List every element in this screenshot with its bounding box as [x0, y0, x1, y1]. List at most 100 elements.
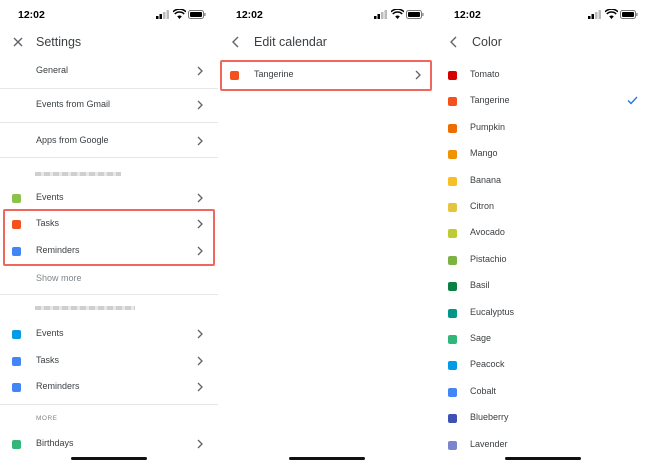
color-swatch — [448, 441, 457, 450]
settings-item-apps-from-google[interactable]: Apps from Google — [0, 128, 218, 154]
color-option-label: Peacock — [470, 359, 505, 369]
color-swatch — [448, 335, 457, 344]
account2-item-reminders[interactable]: Reminders — [0, 374, 218, 400]
cellular-signal-icon — [374, 10, 387, 19]
color-option-label: Sage — [470, 333, 492, 343]
settings-item-label: Birthdays — [36, 438, 74, 448]
color-option-basil[interactable]: Basil — [436, 273, 650, 299]
status-bar: 12:02 — [0, 0, 218, 28]
battery-icon — [620, 10, 638, 19]
color-swatch — [448, 414, 457, 423]
divider — [0, 122, 218, 123]
calendar-color-swatch — [12, 330, 21, 339]
settings-item-events-from-gmail[interactable]: Events from Gmail — [0, 92, 218, 118]
divider — [0, 88, 218, 89]
color-swatch — [448, 203, 457, 212]
account-email-redacted — [35, 172, 121, 176]
color-swatch — [448, 309, 457, 318]
color-option-banana[interactable]: Banana — [436, 168, 650, 194]
calendar-color-swatch — [12, 357, 21, 366]
more-item-birthdays[interactable]: Birthdays — [0, 431, 218, 457]
chevron-right-icon — [197, 439, 203, 449]
color-option-label: Eucalyptus — [470, 307, 515, 317]
chevron-right-icon — [197, 66, 203, 76]
highlight-box — [3, 209, 215, 266]
wifi-icon — [173, 9, 186, 19]
settings-item-label: Reminders — [36, 381, 80, 391]
calendar-color-swatch — [12, 440, 21, 449]
home-indicator[interactable] — [289, 457, 365, 460]
color-swatch — [448, 177, 457, 186]
close-icon[interactable] — [11, 35, 25, 49]
chevron-right-icon — [197, 136, 203, 146]
color-swatch — [448, 388, 457, 397]
color-option-eucalyptus[interactable]: Eucalyptus — [436, 300, 650, 326]
color-option-tangerine[interactable]: Tangerine — [436, 88, 650, 114]
page-title: Settings — [36, 35, 82, 49]
back-arrow-icon[interactable] — [447, 35, 461, 49]
color-option-citron[interactable]: Citron — [436, 194, 650, 220]
color-swatch — [448, 282, 457, 291]
calendar-color-swatch — [12, 194, 21, 203]
settings-app-bar: Settings — [0, 28, 218, 56]
color-option-avocado[interactable]: Avocado — [436, 220, 650, 246]
chevron-right-icon — [197, 356, 203, 366]
settings-item-label: Events from Gmail — [36, 99, 111, 109]
battery-icon — [406, 10, 424, 19]
color-option-label: Pumpkin — [470, 122, 506, 132]
settings-screen: 12:02 Settings General Events from Gmail… — [0, 0, 218, 466]
color-option-lavender[interactable]: Lavender — [436, 432, 650, 458]
divider — [0, 294, 218, 295]
color-option-pumpkin[interactable]: Pumpkin — [436, 115, 650, 141]
account2-item-tasks[interactable]: Tasks — [0, 348, 218, 374]
color-option-label: Blueberry — [470, 412, 509, 422]
color-swatch — [448, 150, 457, 159]
color-picker-screen: 12:02 Color Tomato Tangerine Pumpkin Man… — [436, 0, 650, 466]
settings-item-label: Events — [36, 328, 64, 338]
color-option-label: Tangerine — [470, 95, 510, 105]
home-indicator[interactable] — [505, 457, 581, 460]
divider — [0, 157, 218, 158]
color-option-label: Pistachio — [470, 254, 507, 264]
settings-item-general[interactable]: General — [0, 58, 218, 84]
color-option-tomato[interactable]: Tomato — [436, 62, 650, 88]
color-option-pistachio[interactable]: Pistachio — [436, 247, 650, 273]
color-option-cobalt[interactable]: Cobalt — [436, 379, 650, 405]
settings-item-label: Tasks — [36, 355, 60, 365]
color-swatch — [448, 124, 457, 133]
color-swatch — [448, 97, 457, 106]
calendar-color-swatch — [12, 383, 21, 392]
color-app-bar: Color — [436, 28, 650, 56]
home-indicator[interactable] — [71, 457, 147, 460]
color-swatch — [448, 229, 457, 238]
color-option-label: Lavender — [470, 439, 508, 449]
color-option-label: Mango — [470, 148, 498, 158]
color-option-sage[interactable]: Sage — [436, 326, 650, 352]
account2-item-events[interactable]: Events — [0, 321, 218, 347]
account1-item-events[interactable]: Events — [0, 185, 218, 211]
settings-item-label: Apps from Google — [36, 135, 109, 145]
color-option-peacock[interactable]: Peacock — [436, 352, 650, 378]
edit-calendar-app-bar: Edit calendar — [218, 28, 436, 56]
color-swatch — [448, 71, 457, 80]
section-header-more: MORE — [36, 415, 58, 422]
page-title: Color — [472, 35, 502, 49]
status-bar: 12:02 — [218, 0, 436, 28]
wifi-icon — [605, 9, 618, 19]
status-time: 12:02 — [236, 9, 263, 21]
cellular-signal-icon — [156, 10, 169, 19]
color-option-blueberry[interactable]: Blueberry — [436, 405, 650, 431]
show-more-link[interactable]: Show more — [36, 273, 82, 283]
status-bar: 12:02 — [436, 0, 650, 28]
settings-item-label: Events — [36, 192, 64, 202]
back-arrow-icon[interactable] — [229, 35, 243, 49]
chevron-right-icon — [197, 382, 203, 392]
account-email-redacted — [35, 306, 135, 310]
color-swatch — [448, 361, 457, 370]
highlight-box — [220, 60, 432, 91]
color-option-mango[interactable]: Mango — [436, 141, 650, 167]
status-time: 12:02 — [18, 9, 45, 21]
settings-item-label: General — [36, 65, 69, 75]
color-swatch — [448, 256, 457, 265]
color-option-label: Banana — [470, 175, 502, 185]
